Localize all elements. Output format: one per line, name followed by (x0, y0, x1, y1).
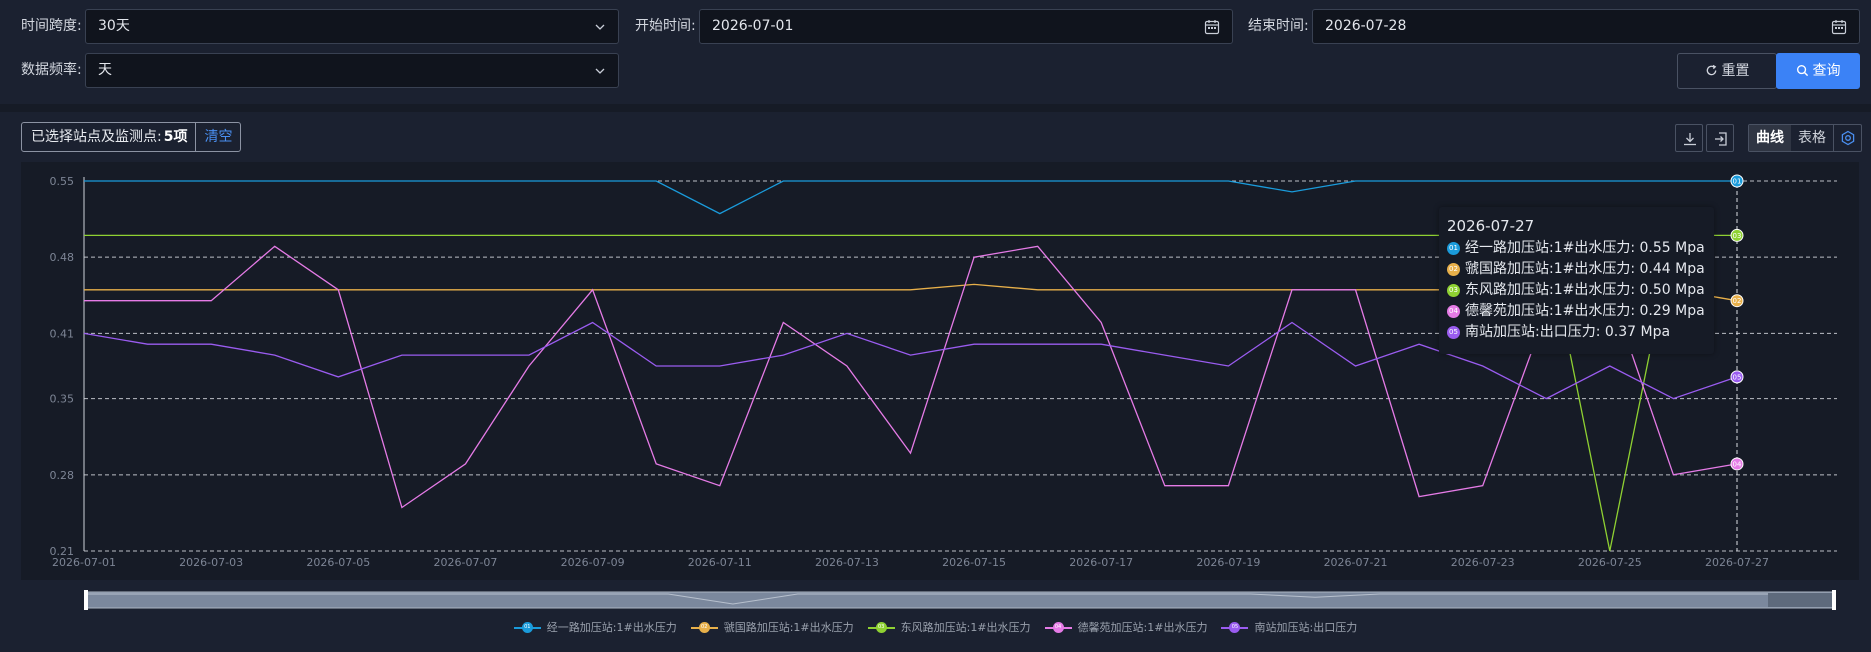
y-tick-label: 0.55 (50, 175, 75, 188)
x-tick-label: 2026-07-03 (179, 556, 243, 569)
x-tick-label: 2026-07-23 (1451, 556, 1515, 569)
y-tick-label: 0.28 (50, 469, 75, 482)
x-tick-label: 2026-07-17 (1069, 556, 1133, 569)
x-tick-label: 2026-07-07 (433, 556, 497, 569)
legend-label: 东风路加压站:1#出水压力 (900, 621, 1031, 634)
series-marker-label: 01 (1733, 178, 1742, 186)
x-tick-label: 2026-07-05 (306, 556, 370, 569)
legend-label: 南站加压站:出口压力 (1254, 621, 1358, 634)
chart-legend: 01 经一路加压站:1#出水压力 02 虢国路加压站:1#出水压力 03 东风路加压站… (0, 616, 1871, 638)
series-marker-label: 04 (1733, 460, 1742, 468)
tooltip-text: 南站加压站:出口压力: 0.37 Mpa (1465, 324, 1671, 340)
tooltip-badge: 01 (1447, 242, 1460, 255)
chart-tooltip: 2026-07-27 01 经一路加压站:1#出水压力: 0.55 Mpa 02 虢… (1439, 207, 1714, 354)
tooltip-date: 2026-07-27 (1447, 217, 1535, 235)
legend-item-3[interactable]: 03 东风路加压站:1#出水压力 (867, 616, 1031, 638)
legend-label: 虢国路加压站:1#出水压力 (723, 621, 854, 634)
series-marker-label: 05 (1733, 373, 1742, 381)
series-marker-label: 03 (1733, 232, 1742, 240)
legend-item-2[interactable]: 02 虢国路加压站:1#出水压力 (690, 616, 854, 638)
x-tick-label: 2026-07-01 (52, 556, 116, 569)
y-tick-label: 0.48 (50, 251, 75, 264)
tooltip-row: 04 德馨苑加压站:1#出水压力: 0.29 Mpa (1447, 301, 1706, 322)
zoom-handle-left[interactable] (84, 590, 88, 610)
x-tick-label: 2026-07-13 (815, 556, 879, 569)
x-tick-label: 2026-07-19 (1196, 556, 1260, 569)
tooltip-text: 东风路加压站:1#出水压力: 0.50 Mpa (1465, 282, 1705, 298)
x-tick-label: 2026-07-09 (561, 556, 625, 569)
x-tick-label: 2026-07-15 (942, 556, 1006, 569)
tooltip-text: 经一路加压站:1#出水压力: 0.55 Mpa (1465, 240, 1705, 256)
x-tick-label: 2026-07-11 (688, 556, 752, 569)
y-tick-label: 0.41 (50, 327, 75, 340)
tooltip-text: 虢国路加压站:1#出水压力: 0.44 Mpa (1465, 261, 1705, 277)
zoom-handle-right[interactable] (1832, 590, 1836, 610)
x-tick-label: 2026-07-21 (1324, 556, 1388, 569)
tooltip-badge: 02 (1447, 263, 1460, 276)
tooltip-text: 德馨苑加压站:1#出水压力: 0.29 Mpa (1465, 303, 1705, 319)
tooltip-row: 03 东风路加压站:1#出水压力: 0.50 Mpa (1447, 280, 1706, 301)
tooltip-row: 01 经一路加压站:1#出水压力: 0.55 Mpa (1447, 238, 1706, 259)
tooltip-row: 02 虢国路加压站:1#出水压力: 0.44 Mpa (1447, 259, 1706, 280)
series-marker-label: 02 (1733, 297, 1742, 305)
legend-label: 经一路加压站:1#出水压力 (546, 621, 677, 634)
legend-label: 德馨苑加压站:1#出水压力 (1077, 621, 1208, 634)
legend-item-5[interactable]: 05 南站加压站:出口压力 (1221, 616, 1357, 638)
x-tick-label: 2026-07-25 (1578, 556, 1642, 569)
legend-item-1[interactable]: 01 经一路加压站:1#出水压力 (513, 616, 677, 638)
tooltip-row: 05 南站加压站:出口压力: 0.37 Mpa (1447, 322, 1706, 343)
tooltip-badge: 03 (1447, 284, 1460, 297)
tooltip-badge: 05 (1447, 326, 1460, 339)
x-tick-label: 2026-07-27 (1705, 556, 1769, 569)
legend-item-4[interactable]: 04 德馨苑加压站:1#出水压力 (1044, 616, 1208, 638)
zoom-tail (1768, 593, 1834, 607)
y-tick-label: 0.35 (50, 393, 75, 406)
tooltip-badge: 04 (1447, 305, 1460, 318)
